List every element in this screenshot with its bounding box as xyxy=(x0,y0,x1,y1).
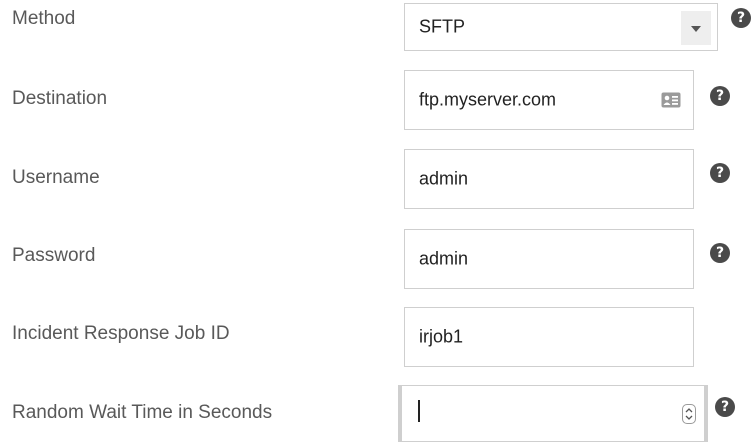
password-input[interactable]: admin xyxy=(404,229,694,289)
password-value: admin xyxy=(419,248,469,269)
password-help-icon[interactable]: ? xyxy=(710,243,730,263)
username-row: Username admin ? xyxy=(0,149,756,209)
method-label: Method xyxy=(12,8,76,29)
username-label: Username xyxy=(12,167,100,188)
destination-help-icon[interactable]: ? xyxy=(710,86,730,106)
username-value: admin xyxy=(419,168,469,189)
incident-job-id-value: irjob1 xyxy=(419,326,464,347)
chevron-down-icon xyxy=(691,26,701,32)
method-row: Method SFTP ? xyxy=(0,0,756,54)
password-label: Password xyxy=(12,245,96,266)
incident-job-id-input[interactable]: irjob1 xyxy=(404,307,694,367)
random-wait-input[interactable] xyxy=(398,385,708,442)
username-help-icon[interactable]: ? xyxy=(710,163,730,183)
contact-card-icon[interactable] xyxy=(661,92,681,108)
method-select[interactable]: SFTP xyxy=(404,3,718,51)
username-input[interactable]: admin xyxy=(404,149,694,209)
spinner-icon[interactable] xyxy=(682,403,696,424)
method-help-icon[interactable]: ? xyxy=(731,8,751,28)
text-cursor xyxy=(418,400,420,422)
incident-job-id-label: Incident Response Job ID xyxy=(12,323,230,344)
destination-value: ftp.myserver.com xyxy=(419,89,557,110)
method-selected-value: SFTP xyxy=(419,16,466,37)
destination-row: Destination ftp.myserver.com ? xyxy=(0,70,756,130)
random-wait-help-icon[interactable]: ? xyxy=(715,397,735,417)
destination-input[interactable]: ftp.myserver.com xyxy=(404,70,694,130)
select-dropdown-button[interactable] xyxy=(681,11,711,45)
random-wait-label: Random Wait Time in Seconds xyxy=(12,402,273,423)
random-wait-row: Random Wait Time in Seconds ? xyxy=(0,385,756,442)
destination-label: Destination xyxy=(12,88,108,109)
password-row: Password admin ? xyxy=(0,229,756,289)
incident-job-id-row: Incident Response Job ID irjob1 xyxy=(0,307,756,367)
